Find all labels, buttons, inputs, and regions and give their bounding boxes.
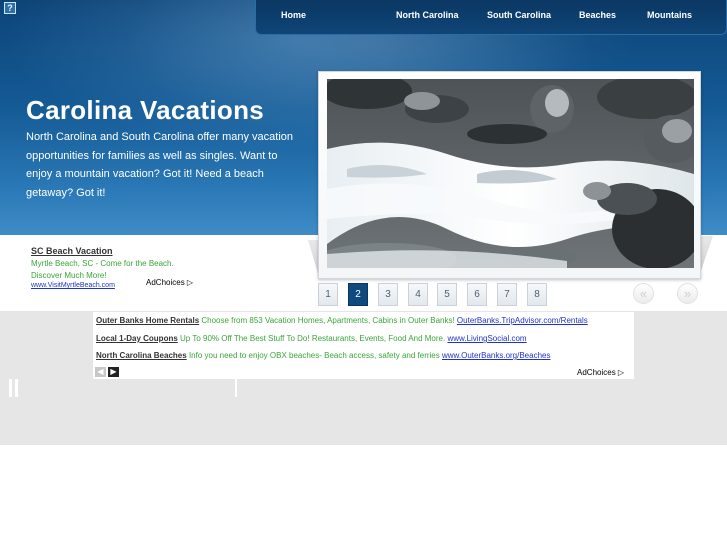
slide-page-2[interactable]: 2 bbox=[348, 283, 368, 306]
ad-description: Up To 90% Off The Best Stuff To Do! Rest… bbox=[180, 334, 446, 343]
nav-south-carolina[interactable]: South Carolina bbox=[487, 10, 551, 20]
ad-url[interactable]: www.OuterBanks.org/Beaches bbox=[442, 351, 551, 360]
ad-row: Outer Banks Home Rentals Choose from 853… bbox=[96, 316, 588, 325]
nav-north-carolina[interactable]: North Carolina bbox=[396, 10, 459, 20]
ad-title[interactable]: Outer Banks Home Rentals bbox=[96, 316, 199, 325]
slide-page-4[interactable]: 4 bbox=[408, 283, 428, 306]
adchoices-icon: ▷ bbox=[186, 278, 194, 287]
ad-description: Choose from 853 Vacation Homes, Apartmen… bbox=[201, 316, 455, 325]
side-ad-url[interactable]: www.VisitMyrtleBeach.com bbox=[31, 282, 115, 289]
ad-box: Outer Banks Home Rentals Choose from 853… bbox=[93, 312, 634, 379]
slide-prev-button[interactable]: « bbox=[633, 283, 654, 304]
slideshow-photo[interactable] bbox=[327, 79, 694, 268]
help-icon[interactable]: ? bbox=[4, 2, 16, 14]
adchoices-label: AdChoices bbox=[577, 368, 616, 377]
slide-page-8[interactable]: 8 bbox=[527, 283, 547, 306]
decor-bar bbox=[9, 379, 12, 397]
nav-home[interactable]: Home bbox=[281, 10, 306, 20]
side-ad-title[interactable]: SC Beach Vacation bbox=[31, 246, 113, 256]
page-title: Carolina Vacations bbox=[26, 95, 265, 125]
river-rapids-image bbox=[327, 79, 694, 268]
ad-title[interactable]: North Carolina Beaches bbox=[96, 351, 187, 360]
nav-mountains[interactable]: Mountains bbox=[647, 10, 692, 20]
ad-row: Local 1-Day Coupons Up To 90% Off The Be… bbox=[96, 334, 527, 343]
ad-url[interactable]: OuterBanks.TripAdvisor.com/Rentals bbox=[457, 316, 588, 325]
ad-description: Info you need to enjoy OBX beaches- Beac… bbox=[188, 351, 440, 360]
slide-page-6[interactable]: 6 bbox=[467, 283, 487, 306]
ad-prev-icon[interactable]: ◀ bbox=[95, 367, 106, 377]
slide-page-3[interactable]: 3 bbox=[378, 283, 398, 306]
adchoices-icon: ▷ bbox=[617, 368, 625, 377]
adchoices-label: AdChoices bbox=[146, 278, 185, 287]
intro-text: North Carolina and South Carolina offer … bbox=[26, 131, 294, 199]
decor-bar bbox=[15, 379, 18, 397]
decor-bar bbox=[235, 379, 237, 397]
ad-url[interactable]: www.LivingSocial.com bbox=[447, 334, 526, 343]
adchoices-link[interactable]: AdChoices ▷ bbox=[146, 278, 193, 287]
ad-next-icon[interactable]: ▶ bbox=[108, 367, 119, 377]
main-nav: Home North Carolina South Carolina Beach… bbox=[255, 0, 727, 35]
slide-page-1[interactable]: 1 bbox=[318, 283, 338, 306]
slide-page-5[interactable]: 5 bbox=[437, 283, 457, 306]
slide-page-7[interactable]: 7 bbox=[497, 283, 517, 306]
ad-row: North Carolina Beaches Info you need to … bbox=[96, 351, 550, 360]
slide-next-button[interactable]: » bbox=[677, 283, 698, 304]
nav-beaches[interactable]: Beaches bbox=[579, 10, 616, 20]
page: ? Home North Carolina South Carolina Bea… bbox=[0, 0, 727, 545]
adchoices-link[interactable]: AdChoices ▷ bbox=[577, 368, 624, 377]
ad-title[interactable]: Local 1-Day Coupons bbox=[96, 334, 178, 343]
